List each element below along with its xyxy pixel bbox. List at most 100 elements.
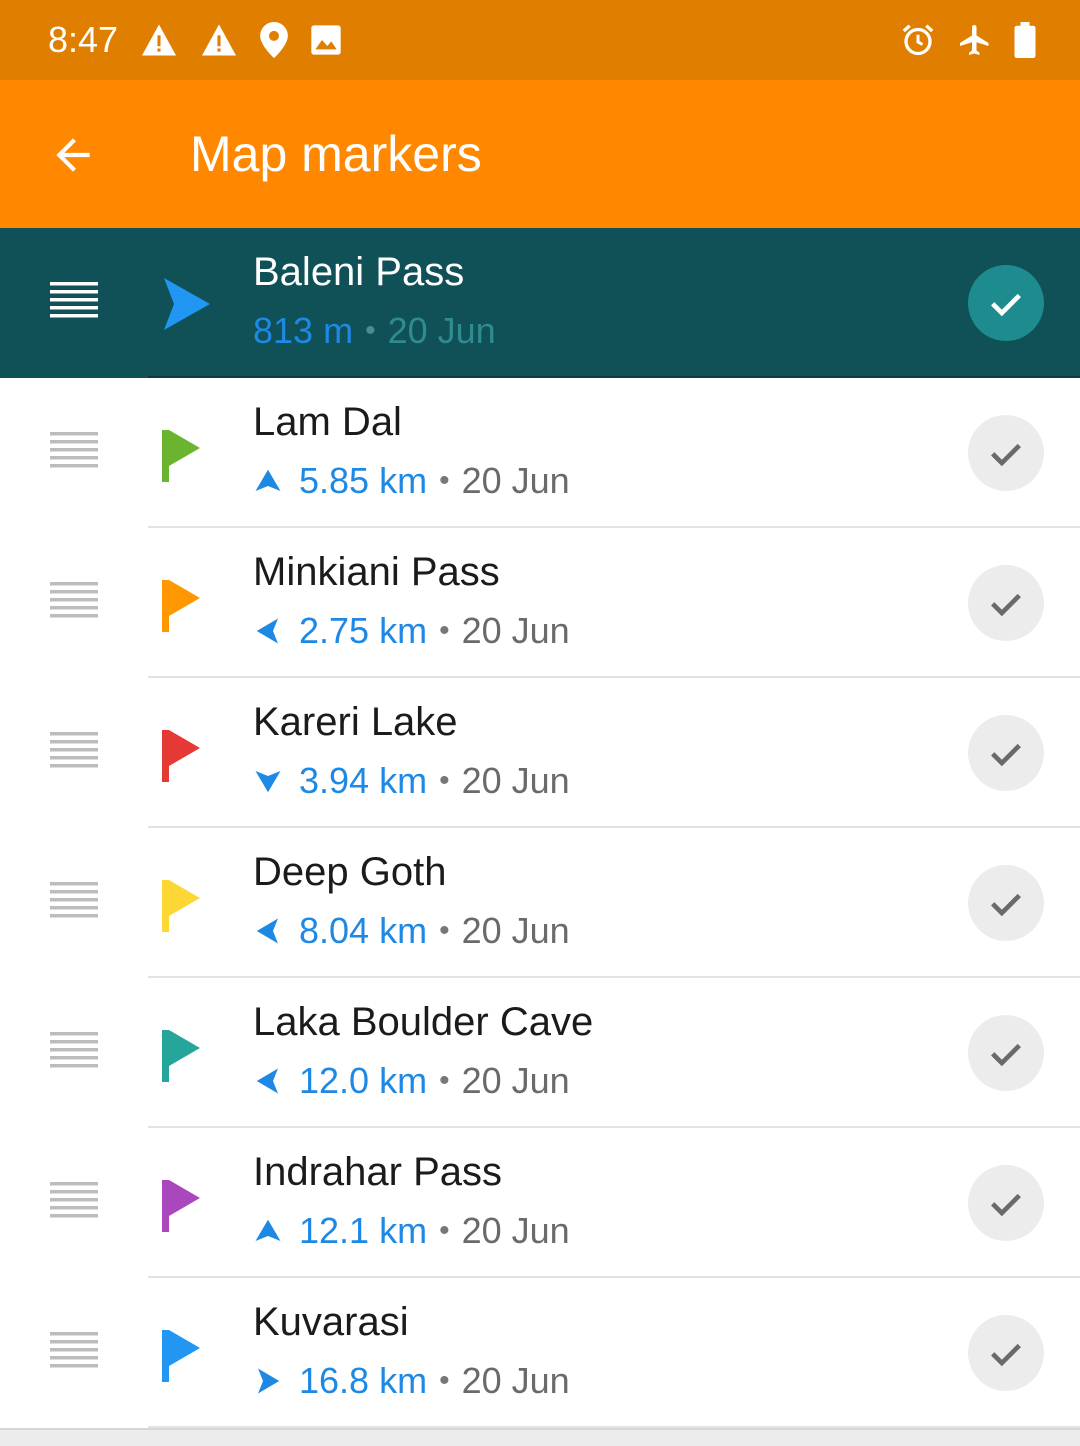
flag-icon (160, 426, 212, 482)
separator-dot: • (439, 1214, 450, 1247)
marker-distance: 5.85 km (299, 460, 428, 501)
check-icon (991, 443, 1021, 467)
marker-distance: 2.75 km (299, 610, 428, 651)
marker-row[interactable]: Deep Goth 8.04 km • 20 Jun (0, 828, 1080, 978)
marker-date: 20 Jun (461, 1060, 570, 1101)
marker-meta: 5.85 km • 20 Jun (253, 460, 570, 502)
marker-meta: 8.04 km • 20 Jun (253, 910, 570, 952)
marker-name: Laka Boulder Cave (253, 1000, 594, 1044)
mark-passed-button[interactable] (968, 1015, 1044, 1091)
marker-date: 20 Jun (387, 310, 496, 351)
marker-meta: 12.0 km • 20 Jun (253, 1060, 570, 1102)
mark-passed-button[interactable] (968, 565, 1044, 641)
direction-arrow-icon (253, 1366, 283, 1396)
mark-passed-button[interactable] (968, 715, 1044, 791)
drag-handle-icon[interactable] (50, 880, 98, 920)
mark-passed-button[interactable] (968, 415, 1044, 491)
drag-handle-icon[interactable] (50, 430, 98, 470)
airplane-icon (956, 22, 994, 58)
marker-row[interactable]: Baleni Pass 813 m • 20 Jun (0, 228, 1080, 378)
separator-dot: • (365, 314, 376, 347)
marker-date: 20 Jun (461, 1210, 570, 1251)
status-bar: 8:47 (0, 0, 1080, 80)
marker-distance: 16.8 km (299, 1360, 428, 1401)
marker-row[interactable]: Minkiani Pass 2.75 km • 20 Jun (0, 528, 1080, 678)
separator-dot: • (439, 614, 450, 647)
flag-icon (160, 1176, 212, 1232)
drag-handle-icon[interactable] (50, 1330, 98, 1370)
marker-meta: 813 m • 20 Jun (253, 310, 496, 352)
location-pin-icon (260, 22, 288, 58)
status-right (880, 22, 1036, 58)
drag-handle-icon[interactable] (50, 730, 98, 770)
flag-icon (160, 876, 212, 932)
navigation-arrow-icon (160, 276, 212, 332)
marker-date: 20 Jun (461, 760, 570, 801)
flag-icon (160, 1026, 212, 1082)
marker-distance: 3.94 km (299, 760, 428, 801)
marker-meta: 16.8 km • 20 Jun (253, 1360, 570, 1402)
marker-row[interactable]: Lam Dal 5.85 km • 20 Jun (0, 378, 1080, 528)
marker-distance: 12.1 km (299, 1210, 428, 1251)
direction-arrow-icon (253, 1066, 283, 1096)
marker-row[interactable]: Kuvarasi 16.8 km • 20 Jun (0, 1278, 1080, 1428)
marker-row[interactable]: Kareri Lake 3.94 km • 20 Jun (0, 678, 1080, 828)
separator-dot: • (439, 464, 450, 497)
marker-list: Baleni Pass 813 m • 20 Jun Lam Dal 5.85 … (0, 228, 1080, 1428)
drag-handle-icon[interactable] (50, 280, 98, 320)
marker-name: Kuvarasi (253, 1300, 409, 1344)
arrow-left-icon[interactable] (48, 130, 98, 180)
mark-passed-button[interactable] (968, 265, 1044, 341)
marker-row[interactable]: Laka Boulder Cave 12.0 km • 20 Jun (0, 978, 1080, 1128)
page-title: Map markers (190, 126, 482, 182)
marker-name: Baleni Pass (253, 250, 465, 294)
check-icon (991, 743, 1021, 767)
marker-name: Lam Dal (253, 400, 402, 444)
separator-dot: • (439, 1064, 450, 1097)
status-left: 8:47 (48, 19, 364, 61)
battery-icon (1014, 22, 1036, 58)
check-icon (991, 893, 1021, 917)
alarm-icon (900, 22, 936, 58)
direction-arrow-icon (253, 466, 283, 496)
flag-icon (160, 1326, 212, 1382)
marker-date: 20 Jun (461, 610, 570, 651)
mark-passed-button[interactable] (968, 865, 1044, 941)
direction-arrow-icon (253, 766, 283, 796)
marker-date: 20 Jun (461, 910, 570, 951)
mark-passed-button[interactable] (968, 1315, 1044, 1391)
flag-icon (160, 576, 212, 632)
marker-date: 20 Jun (461, 1360, 570, 1401)
separator-dot: • (439, 914, 450, 947)
check-icon (991, 1043, 1021, 1067)
direction-arrow-icon (253, 1216, 283, 1246)
check-icon (991, 1343, 1021, 1367)
drag-handle-icon[interactable] (50, 1180, 98, 1220)
marker-meta: 3.94 km • 20 Jun (253, 760, 570, 802)
marker-distance: 12.0 km (299, 1060, 428, 1101)
warning-icon (200, 23, 238, 57)
marker-distance: 8.04 km (299, 910, 428, 951)
marker-meta: 2.75 km • 20 Jun (253, 610, 570, 652)
separator-dot: • (439, 1364, 450, 1397)
marker-row[interactable]: Indrahar Pass 12.1 km • 20 Jun (0, 1128, 1080, 1278)
check-icon (991, 593, 1021, 617)
flag-icon (160, 726, 212, 782)
separator-dot: • (439, 764, 450, 797)
direction-arrow-icon (253, 916, 283, 946)
direction-arrow-icon (253, 616, 283, 646)
drag-handle-icon[interactable] (50, 580, 98, 620)
marker-date: 20 Jun (461, 460, 570, 501)
check-icon (991, 1193, 1021, 1217)
mark-passed-button[interactable] (968, 1165, 1044, 1241)
status-time: 8:47 (48, 19, 119, 60)
list-bottom-edge (0, 1428, 1080, 1446)
marker-distance: 813 m (253, 310, 354, 351)
check-icon (991, 293, 1021, 317)
drag-handle-icon[interactable] (50, 1030, 98, 1070)
marker-name: Kareri Lake (253, 700, 458, 744)
image-icon (310, 24, 342, 56)
row-divider (148, 1426, 1080, 1428)
app-bar: Map markers (0, 80, 1080, 228)
warning-icon (140, 23, 178, 57)
